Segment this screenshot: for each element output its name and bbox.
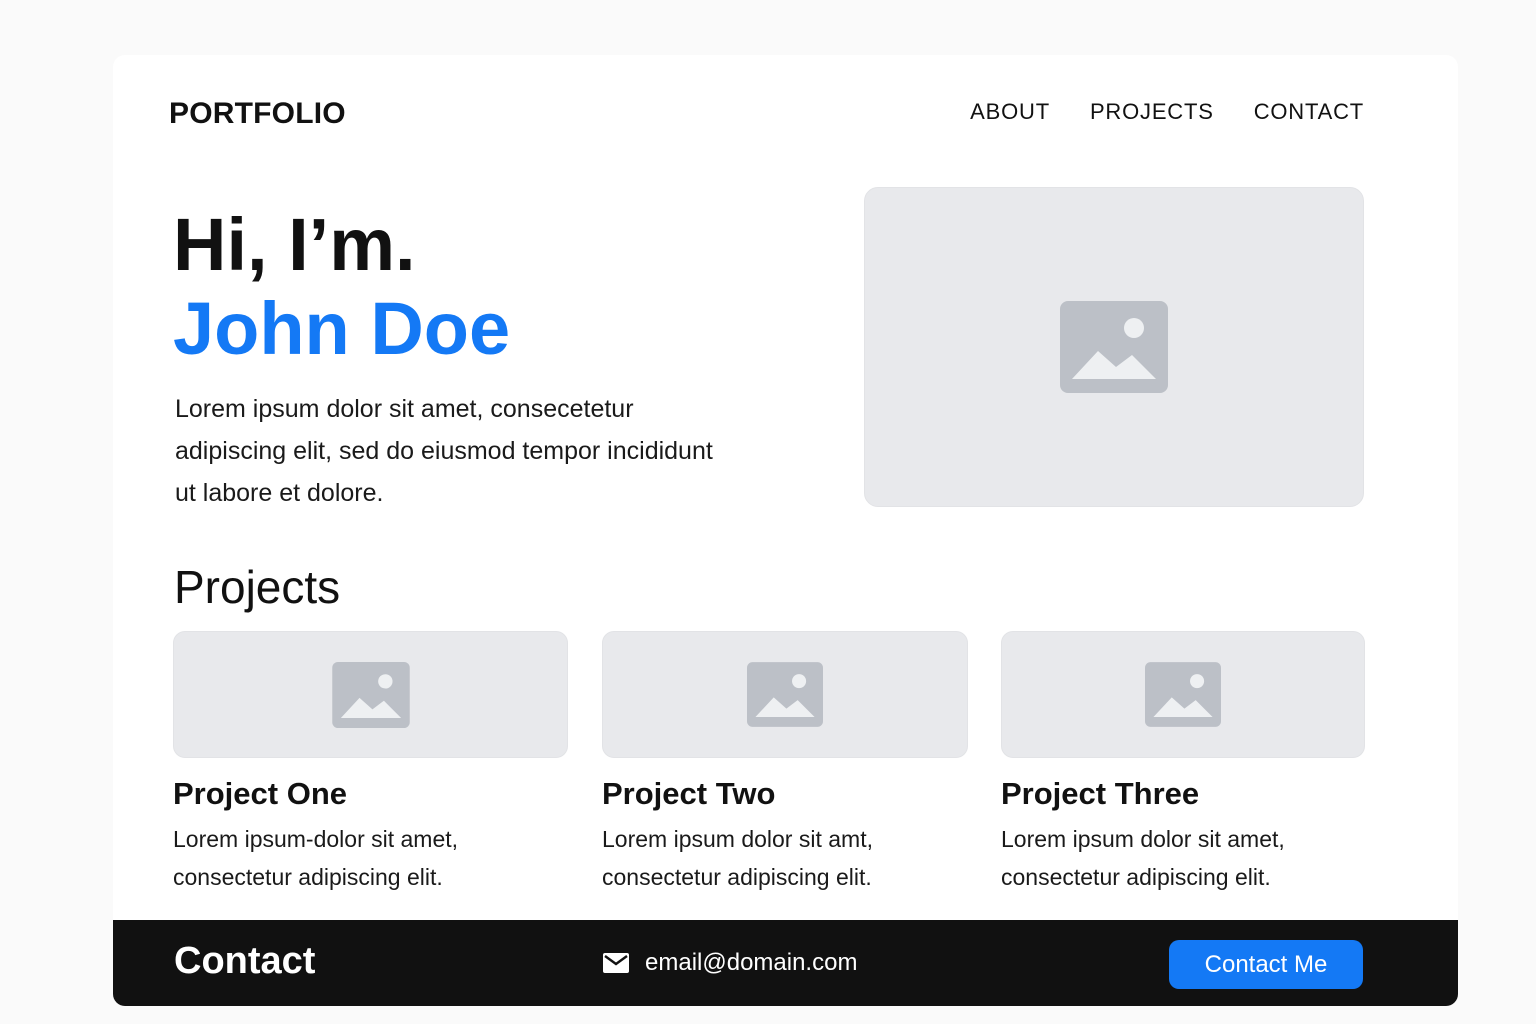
project-thumbnail[interactable] — [602, 631, 968, 758]
nav-link-about[interactable]: ABOUT — [970, 99, 1050, 125]
nav-link-projects[interactable]: PROJECTS — [1090, 99, 1214, 125]
site-logo[interactable]: PORTFOLIO — [169, 97, 346, 131]
image-placeholder-icon — [747, 662, 823, 727]
project-title[interactable]: Project One — [173, 776, 568, 812]
envelope-icon — [603, 953, 629, 973]
project-thumbnail[interactable] — [173, 631, 568, 758]
hero-name: John Doe — [173, 287, 511, 370]
contact-footer: Contact email@domain.com Contact Me — [113, 920, 1458, 1006]
main-nav: ABOUT PROJECTS CONTACT — [970, 99, 1364, 125]
image-placeholder-icon — [1145, 662, 1221, 727]
nav-link-contact[interactable]: CONTACT — [1254, 99, 1364, 125]
email-address[interactable]: email@domain.com — [645, 949, 857, 977]
footer-title: Contact — [174, 940, 316, 982]
hero-image-placeholder — [864, 187, 1364, 507]
project-description: Lorem ipsum-dolor sit amet, consectetur … — [173, 826, 459, 890]
image-placeholder-icon — [331, 661, 410, 728]
project-title[interactable]: Project Two — [602, 776, 968, 812]
hero-greeting: Hi, I’m. — [173, 203, 416, 286]
project-description: Lorem ipsum dolor sit amet, consectetur … — [1001, 826, 1285, 890]
image-placeholder-icon — [1060, 301, 1168, 393]
project-card[interactable]: Project One Lorem ipsum-dolor sit amet, … — [173, 631, 568, 896]
project-title[interactable]: Project Three — [1001, 776, 1365, 812]
hero-description: Lorem ipsum dolor sit amet, consecetetur… — [175, 395, 713, 507]
footer-email[interactable]: email@domain.com — [603, 949, 857, 977]
portfolio-page: PORTFOLIO ABOUT PROJECTS CONTACT Hi, I’m… — [113, 55, 1458, 1006]
project-card[interactable]: Project Two Lorem ipsum dolor sit amt, c… — [602, 631, 968, 896]
project-card[interactable]: Project Three Lorem ipsum dolor sit amet… — [1001, 631, 1365, 896]
project-description: Lorem ipsum dolor sit amt, consectetur a… — [602, 826, 873, 890]
contact-me-button[interactable]: Contact Me — [1169, 940, 1363, 989]
project-thumbnail[interactable] — [1001, 631, 1365, 758]
projects-heading: Projects — [174, 561, 341, 613]
